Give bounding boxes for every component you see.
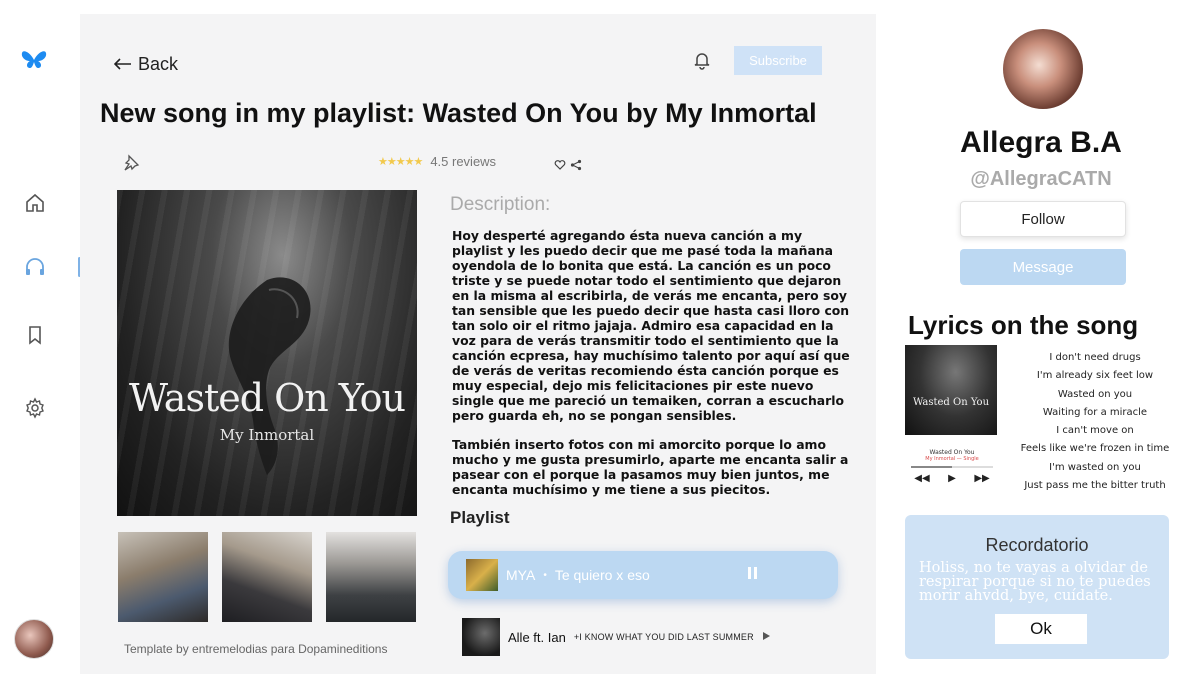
track-artwork bbox=[466, 559, 498, 591]
user-avatar[interactable] bbox=[14, 619, 54, 659]
cover-artist: My Inmortal bbox=[219, 426, 315, 444]
cover-title: Wasted On You bbox=[129, 376, 406, 420]
nav-rail bbox=[0, 0, 81, 684]
post-panel: Back Subscribe New song in my playlist: … bbox=[80, 14, 876, 674]
share-icon[interactable] bbox=[570, 156, 582, 175]
post-actions bbox=[554, 156, 582, 175]
heart-icon[interactable] bbox=[554, 156, 566, 175]
butterfly-logo-icon[interactable] bbox=[20, 46, 48, 74]
album-cover: Wasted On You My Inmortal bbox=[117, 190, 417, 516]
reminder-text: Holiss, no te vayas a olvidar de respira… bbox=[919, 560, 1151, 604]
reminder-title: Recordatorio bbox=[985, 535, 1089, 555]
lyric-line: Just pass me the bitter truth bbox=[1024, 480, 1166, 492]
photo-thumbnail[interactable] bbox=[118, 532, 208, 622]
lyric-line: I'm already six feet low bbox=[1036, 370, 1154, 382]
back-button[interactable]: Back bbox=[113, 54, 179, 75]
lyric-line: Feels like we're frozen in time bbox=[1020, 443, 1170, 455]
track-artist: MYA bbox=[506, 567, 536, 583]
track-song: Te quiero x eso bbox=[554, 567, 650, 583]
mini-player: Wasted On You Wasted On You My Inmortal … bbox=[905, 345, 999, 497]
lyric-line: I'm wasted on you bbox=[1049, 461, 1141, 473]
description-text: Hoy desperté agregando ésta nueva canció… bbox=[452, 228, 852, 497]
message-button[interactable]: Message bbox=[960, 249, 1126, 285]
fast-forward-icon[interactable]: ▶▶ bbox=[974, 473, 989, 484]
play-icon[interactable] bbox=[762, 628, 771, 646]
rewind-icon[interactable]: ◀◀ bbox=[914, 473, 929, 484]
bookmark-icon[interactable] bbox=[22, 322, 48, 348]
profile-name: Allegra B.A bbox=[960, 126, 1122, 159]
photo-thumbnail[interactable] bbox=[326, 532, 416, 622]
photo-thumbnail[interactable] bbox=[222, 532, 312, 622]
mini-controls: ◀◀ ▶ ▶▶ bbox=[905, 473, 999, 484]
profile-handle: @AllegraCATN bbox=[970, 168, 1112, 190]
subscribe-button[interactable]: Subscribe bbox=[734, 46, 822, 75]
description-heading: Description: bbox=[450, 194, 551, 215]
mini-player-cover: Wasted On You bbox=[905, 345, 997, 435]
reviews-count[interactable]: 4.5 reviews bbox=[430, 154, 496, 169]
playlist-heading: Playlist bbox=[450, 508, 510, 527]
now-playing-track[interactable]: MYA • Te quiero x eso bbox=[448, 551, 838, 599]
mini-progress-bar[interactable] bbox=[911, 466, 993, 468]
mini-cover-title: Wasted On You bbox=[912, 397, 990, 408]
bell-icon[interactable] bbox=[692, 50, 712, 70]
playlist-track[interactable]: Alle ft. Ian +I KNOW WHAT YOU DID LAST S… bbox=[462, 618, 771, 656]
back-label: Back bbox=[138, 54, 179, 74]
lyrics-heading: Lyrics on the song bbox=[908, 310, 1139, 340]
lyric-line: I can't move on bbox=[1056, 425, 1134, 437]
star-rating-icon: ★★★★★ bbox=[378, 156, 423, 168]
description-paragraph: También inserto fotos con mi amorcito po… bbox=[452, 437, 849, 497]
profile-avatar[interactable] bbox=[1003, 29, 1083, 109]
track-song: +I KNOW WHAT YOU DID LAST SUMMER bbox=[573, 632, 754, 642]
mini-player-subtitle: My Inmortal — Single bbox=[925, 456, 979, 462]
headphones-icon[interactable] bbox=[22, 254, 48, 280]
description-paragraph: Hoy desperté agregando ésta nueva canció… bbox=[452, 228, 850, 423]
arrow-left-icon bbox=[113, 54, 132, 75]
gear-icon[interactable] bbox=[22, 395, 48, 421]
pause-icon[interactable] bbox=[748, 567, 760, 581]
post-title: New song in my playlist: Wasted On You b… bbox=[100, 98, 817, 128]
mini-player-title: Wasted On You bbox=[929, 449, 975, 456]
template-credit: Template by entremelodias para Dopamined… bbox=[124, 642, 388, 656]
play-icon[interactable]: ▶ bbox=[948, 473, 956, 484]
track-artwork bbox=[462, 618, 500, 656]
lyric-line: Waiting for a miracle bbox=[1042, 406, 1148, 418]
lyric-line: I don't need drugs bbox=[1049, 352, 1141, 363]
lyric-line: Wasted on you bbox=[1057, 388, 1133, 400]
pin-icon[interactable] bbox=[122, 154, 140, 172]
home-icon[interactable] bbox=[22, 190, 48, 216]
reminder-card: Recordatorio Holiss, no te vayas a olvid… bbox=[905, 515, 1169, 659]
track-separator: • bbox=[543, 569, 547, 581]
swimmer-figure bbox=[228, 277, 311, 475]
track-artist: Alle ft. Ian bbox=[508, 629, 566, 645]
lyrics-list: I don't need drugs I'm already six feet … bbox=[1010, 349, 1180, 495]
ok-button[interactable]: Ok bbox=[995, 614, 1087, 644]
rating: ★★★★★ 4.5 reviews bbox=[378, 154, 496, 169]
follow-button[interactable]: Follow bbox=[960, 201, 1126, 237]
